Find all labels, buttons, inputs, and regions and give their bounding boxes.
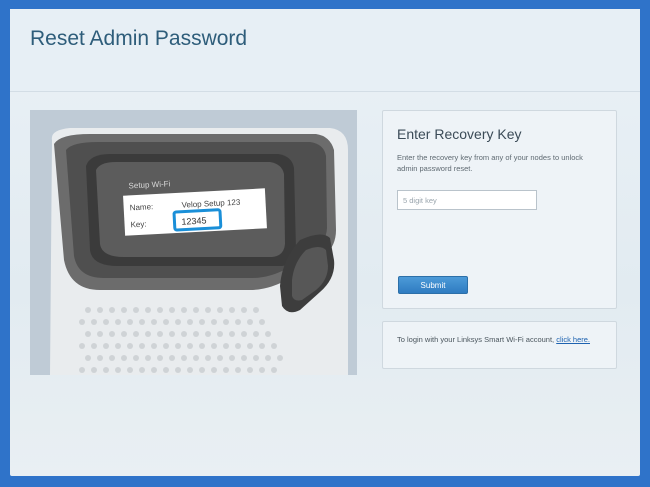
recovery-key-description: Enter the recovery key from any of your … [397, 153, 583, 173]
key-label: Key: [130, 220, 146, 230]
smart-wifi-login-text: To login with your Linksys Smart Wi-Fi a… [397, 335, 602, 345]
node-device-image: Setup Wi-Fi Name: Velop Setup 123 Key: 1… [30, 110, 357, 375]
login-text: To login with your Linksys Smart Wi-Fi a… [397, 335, 555, 344]
recovery-key-title: Enter Recovery Key [397, 126, 522, 142]
node-illustration: Setup Wi-Fi Name: Velop Setup 123 Key: 1… [30, 110, 357, 375]
click-here-link[interactable]: click here. [556, 335, 590, 344]
app-window: Reset Admin Password Setup Wi-Fi Name: V… [10, 9, 640, 476]
page-header: Reset Admin Password [10, 9, 640, 92]
submit-button[interactable]: Submit [398, 276, 468, 294]
page-title: Reset Admin Password [30, 27, 248, 50]
recovery-key-input[interactable] [397, 190, 537, 210]
smart-wifi-login-card: To login with your Linksys Smart Wi-Fi a… [382, 321, 617, 369]
recovery-key-card: Enter Recovery Key Enter the recovery ke… [382, 110, 617, 309]
name-label: Name: [129, 202, 153, 212]
key-value: 12345 [181, 215, 207, 226]
